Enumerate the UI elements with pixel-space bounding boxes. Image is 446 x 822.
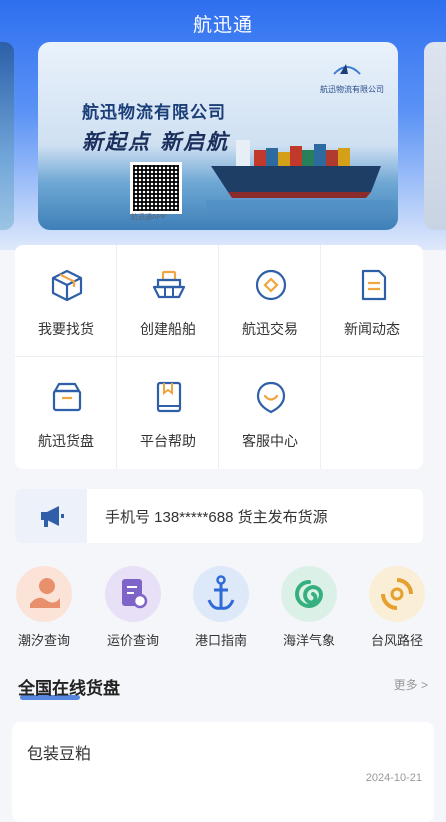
- cargo-card[interactable]: 包装豆粕 2024-10-21: [12, 722, 434, 822]
- menu-label: 新闻动态: [344, 321, 400, 337]
- swirl-icon: [281, 566, 337, 622]
- section-title: 全国在线货盘: [18, 679, 120, 698]
- anchor-icon: [193, 566, 249, 622]
- qr-caption: 航迅通APP: [131, 214, 167, 221]
- menu-label: 平台帮助: [140, 433, 196, 449]
- header-background: 航迅通 航迅物流有限公司 航迅物流有限公司 新起点 新启航 航迅通APP: [0, 0, 446, 250]
- cargo-name: 包装豆粕: [27, 746, 92, 763]
- menu-trade[interactable]: 航迅交易: [219, 245, 321, 357]
- quick-freight-price[interactable]: 运价查询: [93, 566, 173, 649]
- banner-company-name: 航迅物流有限公司: [82, 103, 226, 122]
- banner-brand: 航迅物流有限公司: [320, 85, 384, 94]
- quick-label: 台风路径: [370, 633, 423, 648]
- cargo-date: 2024-10-21: [365, 772, 422, 784]
- menu-news[interactable]: 新闻动态: [321, 245, 423, 357]
- feature-grid: 我要找货 创建船舶 航迅交易 新闻动态 航迅货盘 平台帮助 客服中心: [15, 245, 423, 469]
- megaphone-icon: [41, 506, 64, 527]
- announcement-icon-area: [15, 489, 87, 543]
- menu-label: 我要找货: [38, 321, 94, 337]
- ship-icon: [152, 270, 186, 299]
- document-icon: [361, 269, 387, 301]
- announcement-bar[interactable]: 手机号 138*****688 货主发布货源: [15, 489, 423, 543]
- quick-label: 潮汐查询: [17, 633, 70, 648]
- announcement-text: 手机号 138*****688 货主发布货源: [105, 509, 328, 526]
- menu-empty-cell: [321, 357, 423, 469]
- quick-tide[interactable]: 潮汐查询: [4, 566, 84, 649]
- menu-label: 客服中心: [242, 433, 298, 449]
- typhoon-icon: [369, 566, 425, 622]
- book-icon: [156, 381, 182, 413]
- menu-find-cargo[interactable]: 我要找货: [15, 245, 117, 357]
- promo-banner[interactable]: 航迅物流有限公司 航迅物流有限公司 新起点 新启航 航迅通APP: [38, 42, 398, 230]
- menu-create-ship[interactable]: 创建船舶: [117, 245, 219, 357]
- quick-label: 港口指南: [194, 633, 247, 648]
- menu-customer-service[interactable]: 客服中心: [219, 357, 321, 469]
- diamond-icon: [255, 269, 287, 301]
- menu-label: 创建船舶: [140, 321, 196, 337]
- box-icon: [52, 382, 82, 412]
- menu-cargo-board[interactable]: 航迅货盘: [15, 357, 117, 469]
- app-title: 航迅通: [192, 15, 253, 36]
- menu-label: 航迅交易: [242, 321, 298, 337]
- quick-ocean-weather[interactable]: 海洋气象: [269, 566, 349, 649]
- quick-label: 海洋气象: [282, 633, 335, 648]
- cube-icon: [51, 269, 83, 302]
- banner-next-slide[interactable]: [424, 42, 446, 230]
- quick-links: 潮汐查询 运价查询 港口指南 海洋气象 台风路径: [0, 566, 446, 656]
- banner-prev-slide[interactable]: [0, 42, 14, 230]
- qr-code-icon: [130, 162, 182, 214]
- quick-typhoon-path[interactable]: 台风路径: [357, 566, 437, 649]
- cargo-ship-illustration: [206, 140, 396, 210]
- quick-label: 运价查询: [106, 633, 159, 648]
- menu-label: 航迅货盘: [38, 433, 94, 449]
- quick-port-guide[interactable]: 港口指南: [181, 566, 261, 649]
- chat-icon: [256, 381, 286, 414]
- price-doc-icon: [105, 566, 161, 622]
- more-link[interactable]: 更多 >: [394, 676, 428, 693]
- tide-icon: [16, 566, 72, 622]
- company-logo-icon: [333, 64, 361, 75]
- menu-help[interactable]: 平台帮助: [117, 357, 219, 469]
